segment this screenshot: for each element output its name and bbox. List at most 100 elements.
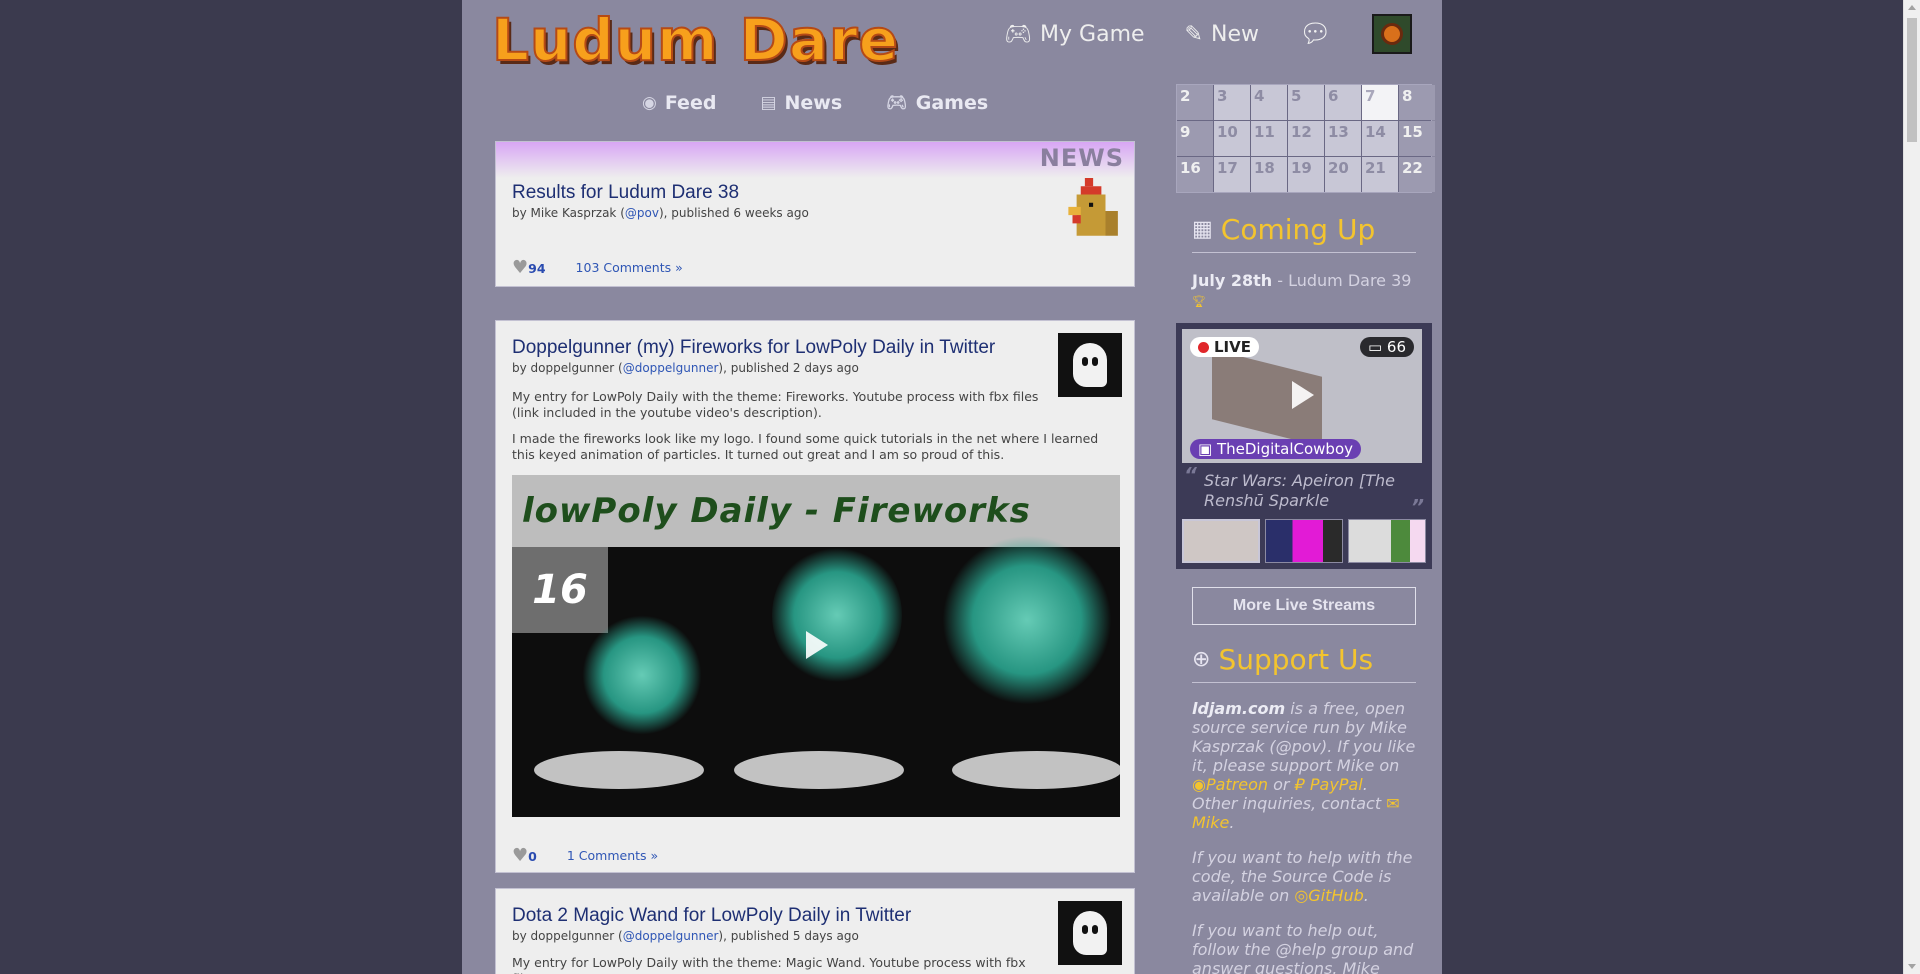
calendar-day[interactable]: 22: [1399, 157, 1435, 192]
more-live-streams-button[interactable]: More Live Streams: [1192, 587, 1416, 625]
calendar-day[interactable]: 17: [1214, 157, 1250, 192]
post-title[interactable]: Results for Ludum Dare 38: [512, 182, 809, 204]
calendar-day[interactable]: 18: [1251, 157, 1287, 192]
page-container: Ludum Dare 🎮︎ My Game ✎ New 💬︎ ◉ Feed ▤ News…: [462, 0, 1442, 974]
author-name: Mike Kasprzak: [530, 206, 617, 220]
calendar-day[interactable]: 20: [1325, 157, 1361, 192]
stream-thumb[interactable]: [1182, 519, 1261, 563]
pencil-icon: ✎: [1184, 21, 1203, 47]
post-avatar[interactable]: [1058, 901, 1122, 965]
patreon-icon: ◉: [1192, 775, 1206, 794]
heart-icon: ♥: [512, 845, 529, 866]
author-handle-link[interactable]: @doppelgunner: [623, 361, 719, 375]
live-label: LIVE: [1214, 338, 1251, 356]
site-name: ldjam.com: [1192, 699, 1286, 718]
calendar-day[interactable]: 2: [1177, 85, 1213, 120]
video-number: 16: [512, 547, 608, 633]
like-button[interactable]: ♥0: [512, 845, 537, 866]
post-avatar[interactable]: [1058, 333, 1122, 397]
my-game-label: My Game: [1040, 21, 1145, 47]
chat-bubble-icon: 💬︎: [1298, 19, 1332, 49]
play-icon[interactable]: [806, 631, 828, 659]
coming-up-title: Coming Up: [1220, 213, 1376, 246]
quote-close-icon: ”: [1411, 495, 1424, 519]
user-avatar[interactable]: [1372, 14, 1412, 54]
post-byline: by doppelgunner (@doppelgunner), publish…: [512, 361, 859, 375]
games-link[interactable]: 🎮︎ Games: [886, 92, 988, 114]
calendar-day[interactable]: 14: [1362, 121, 1398, 156]
calendar-day[interactable]: 15: [1399, 121, 1435, 156]
rss-icon: ◉: [642, 93, 657, 113]
twitch-icon: ▣: [1198, 440, 1213, 458]
spotlight: [952, 751, 1120, 789]
calendar-day[interactable]: 4: [1251, 85, 1287, 120]
calendar-day[interactable]: 6: [1325, 85, 1361, 120]
firework-particles: [772, 545, 902, 685]
scroll-down-arrow-icon[interactable]: [1908, 964, 1916, 969]
stream-thumbnails: [1182, 519, 1426, 563]
calendar-day[interactable]: 12: [1288, 121, 1324, 156]
calendar-day[interactable]: 9: [1177, 121, 1213, 156]
feed-link[interactable]: ◉ Feed: [642, 92, 716, 114]
published-time: published 5 days ago: [730, 929, 859, 943]
calendar-day[interactable]: 11: [1251, 121, 1287, 156]
support-title: Support Us: [1218, 643, 1374, 676]
like-count: 94: [528, 261, 546, 276]
support-text-part: If you want to help out, follow the @hel…: [1192, 921, 1414, 974]
calendar-day[interactable]: 10: [1214, 121, 1250, 156]
stream-thumb[interactable]: [1265, 519, 1344, 563]
like-button[interactable]: ♥94: [512, 257, 546, 278]
comments-link[interactable]: 103 Comments »: [576, 260, 683, 275]
paypal-link[interactable]: ₽ PayPal: [1295, 775, 1363, 794]
event-date: July 28th: [1192, 271, 1273, 290]
mail-icon: ✉: [1386, 794, 1400, 813]
viewer-count: 66: [1386, 338, 1406, 356]
upcoming-event: July 28th - Ludum Dare 39 🏆︎: [1192, 271, 1416, 311]
github-link[interactable]: ◎GitHub: [1294, 886, 1363, 905]
calendar-day[interactable]: 19: [1288, 157, 1324, 192]
page-scrollbar[interactable]: [1903, 0, 1920, 974]
top-nav: 🎮︎ My Game ✎ New 💬︎: [1004, 14, 1412, 54]
stream-title: “ Star Wars: Apeiron [The Renshū Sparkle…: [1182, 463, 1426, 519]
calendar-day[interactable]: 21: [1362, 157, 1398, 192]
news-band: [496, 142, 1134, 178]
calendar-day[interactable]: 13: [1325, 121, 1361, 156]
ludum-dare-logo[interactable]: Ludum Dare: [491, 5, 899, 75]
chicken-avatar-icon: [1068, 178, 1118, 236]
author-handle-link[interactable]: @doppelgunner: [623, 929, 719, 943]
play-icon[interactable]: [1292, 381, 1314, 409]
author-handle-link[interactable]: @pov: [625, 206, 659, 220]
news-label: News: [784, 92, 843, 114]
post-title[interactable]: Dota 2 Magic Wand for LowPoly Daily in T…: [512, 905, 1052, 927]
calendar-day[interactable]: 16: [1177, 157, 1213, 192]
youtube-video[interactable]: lowPoly Daily - Fireworks 16: [512, 475, 1120, 817]
calendar-day[interactable]: 3: [1214, 85, 1250, 120]
calendar-day[interactable]: 5: [1288, 85, 1324, 120]
patreon-link[interactable]: ◉Patreon: [1192, 775, 1268, 794]
github-icon: ◎: [1294, 886, 1309, 905]
calendar-day[interactable]: 8: [1399, 85, 1435, 120]
scrollbar-thumb[interactable]: [1907, 18, 1917, 142]
support-heading: ⊕ Support Us: [1192, 643, 1416, 683]
post-byline: by Mike Kasprzak (@pov), published 6 wee…: [512, 206, 809, 220]
paypal-label: PayPal: [1309, 775, 1363, 794]
notifications-link[interactable]: 💬︎: [1299, 19, 1332, 49]
my-game-link[interactable]: 🎮︎ My Game: [1004, 22, 1144, 47]
scroll-up-arrow-icon[interactable]: [1908, 5, 1916, 10]
stream-title-text: Star Wars: Apeiron [The Renshū Sparkle: [1204, 471, 1396, 510]
post-title[interactable]: Doppelgunner (my) Fireworks for LowPoly …: [512, 337, 1052, 359]
published-time: published 6 weeks ago: [671, 206, 809, 220]
author-name: doppelgunner: [530, 929, 615, 943]
news-tag: NEWS: [1039, 144, 1124, 172]
quote-open-icon: “: [1184, 463, 1197, 487]
github-label: GitHub: [1308, 886, 1364, 905]
channel-badge[interactable]: ▣ TheDigitalCowboy: [1190, 439, 1362, 459]
stream-thumb[interactable]: [1348, 519, 1426, 563]
author-name: doppelgunner: [530, 361, 615, 375]
news-link[interactable]: ▤ News: [760, 92, 842, 114]
new-link[interactable]: ✎ New: [1185, 22, 1259, 47]
calendar-day-today[interactable]: 7: [1362, 85, 1398, 120]
games-label: Games: [915, 92, 989, 114]
stream-thumbnail[interactable]: LIVE ▭ 66 ▣ TheDigitalCowboy: [1182, 329, 1422, 463]
comments-link[interactable]: 1 Comments »: [567, 848, 658, 863]
